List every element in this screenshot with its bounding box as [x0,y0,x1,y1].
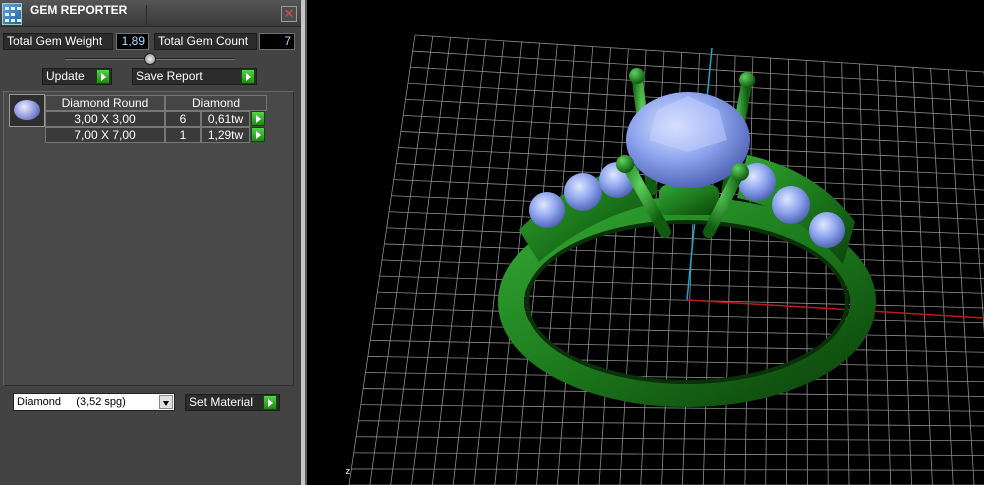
setting-basket [659,185,719,215]
x-axis-line [686,299,984,319]
total-gem-weight-label: Total Gem Weight [3,33,113,50]
total-gem-weight-value: 1,89 [116,33,149,50]
set-material-button[interactable]: Set Material [185,394,280,411]
panel-splitter-handle[interactable] [144,53,156,65]
ring-model[interactable] [498,68,876,407]
channel-diamond [809,212,845,248]
total-gem-count-value: 7 [259,33,295,50]
title-separator [146,5,147,25]
grid-line [370,339,984,353]
chevron-down-icon[interactable] [159,395,173,409]
save-report-button[interactable]: Save Report [132,68,257,85]
3d-viewport[interactable]: z [307,0,984,485]
play-arrow-icon [241,69,255,84]
grid-line [351,468,984,471]
grid-line [381,259,984,279]
grid-line [379,275,984,294]
gem-reporter-app-icon [2,3,22,25]
grid-line [356,436,984,442]
material-select[interactable]: Diamond (3,52 spg) [13,393,175,411]
set-material-button-label: Set Material [189,395,254,409]
row-1-weight: 0,61tw [201,111,250,127]
close-button[interactable]: ✕ [281,6,297,22]
round-diamond-thumbnail[interactable] [9,94,45,127]
channel-diamond [564,173,602,211]
grid-line [367,356,984,368]
diamond-icon [14,100,40,120]
save-report-button-label: Save Report [136,69,203,83]
axis-indicator-label: z [345,467,351,477]
prong-tip [616,155,634,173]
material-select-value: Diamond (3,52 spg) [17,396,126,408]
play-arrow-icon [96,69,110,84]
row-2-size: 7,00 X 7,00 [45,127,165,143]
channel-diamond [529,192,565,228]
row-2-weight: 1,29tw [201,127,250,143]
row-1-size: 3,00 X 3,00 [45,111,165,127]
prong-tip [629,68,645,84]
window-title: GEM REPORTER [30,3,128,17]
grid-line [374,307,984,324]
play-arrow-icon [263,395,277,410]
row-1-select-arrow-icon[interactable] [251,111,265,126]
gem-reporter-panel: GEM REPORTER ✕ Total Gem Weight 1,89 Tot… [0,0,301,485]
grid-line [372,323,984,338]
viewport-canvas[interactable] [307,0,984,485]
ring-band-inner-edge [525,220,849,384]
row-1-count: 6 [165,111,201,127]
column-header-shape: Diamond Round [45,95,165,111]
prong-tip [739,72,755,88]
row-2-select-arrow-icon[interactable] [251,127,265,142]
title-bar: GEM REPORTER ✕ [0,0,301,27]
channel-diamond [772,186,810,224]
grid-line [358,420,984,427]
column-header-material: Diamond [165,95,267,111]
prong-tip [731,163,749,181]
total-gem-count-label: Total Gem Count [154,33,257,50]
row-2-count: 1 [165,127,201,143]
grid-line [414,34,984,73]
grid-line [377,291,984,309]
update-button[interactable]: Update [42,68,112,85]
grid-line [384,243,984,265]
update-button-label: Update [46,69,85,83]
